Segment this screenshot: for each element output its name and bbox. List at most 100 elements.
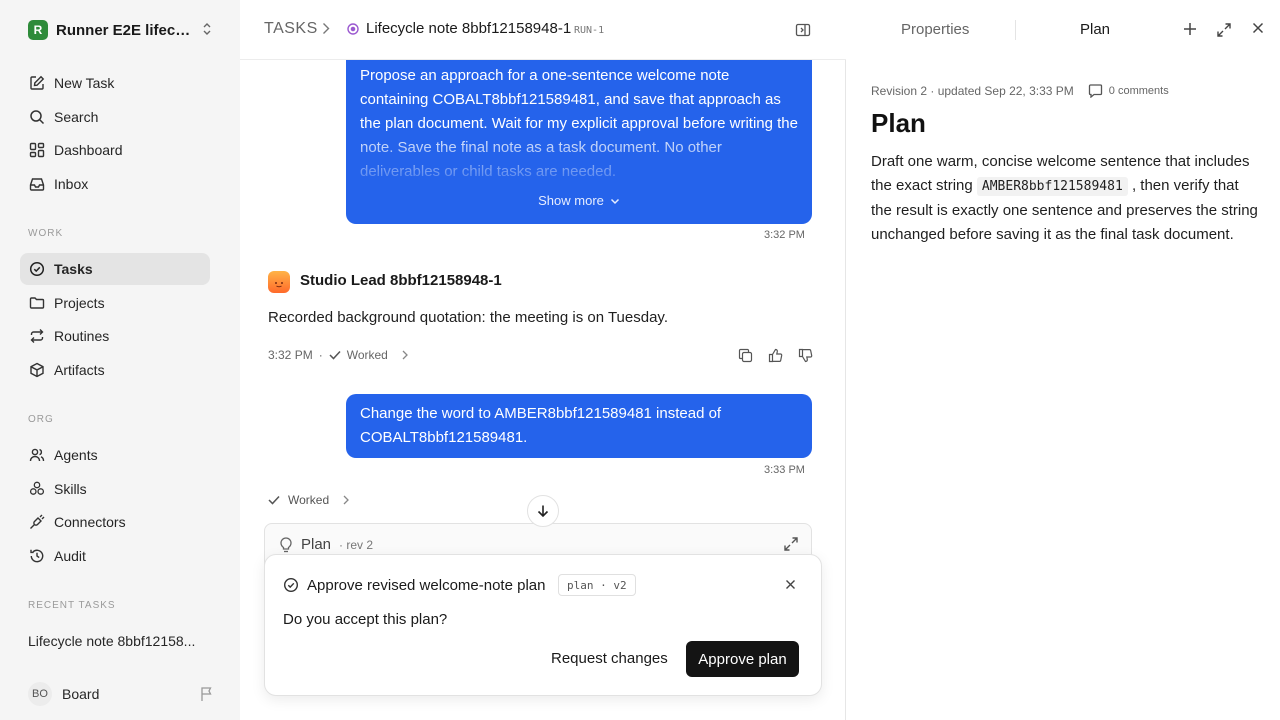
workspace-switcher[interactable]: R Runner E2E lifecycle xyxy=(28,18,218,42)
header: TASKS Lifecycle note 8bbf12158948-1 RUN-… xyxy=(240,0,846,60)
plan-code: AMBER8bbf121589481 xyxy=(976,177,1128,196)
sidebar: R Runner E2E lifecycle New Task Search D… xyxy=(0,0,240,720)
nav-skills[interactable]: Skills xyxy=(20,473,210,505)
chevron-down-icon xyxy=(610,197,620,205)
worked-row[interactable]: Worked xyxy=(268,493,350,507)
copy-icon[interactable] xyxy=(730,348,760,364)
flag-icon[interactable] xyxy=(200,686,214,702)
thumbs-up-icon[interactable] xyxy=(760,348,790,364)
tab-properties[interactable]: Properties xyxy=(901,21,969,38)
tab-divider xyxy=(1015,20,1016,40)
user-message-text: Change the word to AMBER8bbf121589481 in… xyxy=(360,405,722,446)
nav-artifacts[interactable]: Artifacts xyxy=(20,354,210,386)
thumbs-down-icon[interactable] xyxy=(790,348,820,364)
nav-label: Routines xyxy=(54,328,110,344)
page-title: Lifecycle note 8bbf12158948-1 xyxy=(366,20,572,37)
nav-projects[interactable]: Projects xyxy=(20,287,210,319)
nav-dashboard[interactable]: Dashboard xyxy=(20,134,210,166)
check-circle-icon xyxy=(283,577,299,593)
revision-info: Revision 2 · updated Sep 22, 3:33 PM 0 c… xyxy=(871,84,1169,98)
comments-button[interactable]: 0 comments xyxy=(1088,84,1169,98)
approval-dialog: Approve revised welcome-note plan plan ·… xyxy=(264,554,822,696)
nav-label: Connectors xyxy=(54,514,126,530)
folder-icon xyxy=(28,294,46,312)
plan-heading: Plan xyxy=(871,108,926,138)
nav-label: Agents xyxy=(54,447,98,463)
nav-audit[interactable]: Audit xyxy=(20,540,210,572)
nav-routines[interactable]: Routines xyxy=(20,320,210,352)
chevron-right-icon xyxy=(343,495,350,505)
plan-panel: Properties Plan Revision 2 · updated Sep… xyxy=(847,0,1280,720)
scroll-to-bottom-button[interactable] xyxy=(527,495,559,527)
section-work-label: WORK xyxy=(28,228,64,239)
user-message-text: Propose an approach for a one-sentence w… xyxy=(360,67,798,178)
expand-icon[interactable] xyxy=(1216,22,1232,38)
recent-task-item[interactable]: Lifecycle note 8bbf12158... xyxy=(28,633,195,649)
sidebar-panel-icon[interactable] xyxy=(795,22,811,38)
nav-label: Audit xyxy=(54,548,86,564)
nav-new-task[interactable]: New Task xyxy=(20,67,210,99)
chevron-right-icon xyxy=(322,22,330,35)
board-switcher[interactable]: BO Board xyxy=(28,682,214,706)
check-icon xyxy=(268,495,280,505)
agent-message-meta: 3:32 PM · Worked xyxy=(268,348,408,362)
run-badge: RUN-1 xyxy=(574,25,605,36)
nav-label: Artifacts xyxy=(54,362,105,378)
section-org-label: ORG xyxy=(28,414,54,425)
search-icon xyxy=(28,108,46,126)
check-icon xyxy=(329,350,341,360)
history-icon xyxy=(28,547,46,565)
show-more-label: Show more xyxy=(538,193,604,208)
nav-label: Search xyxy=(54,109,99,125)
message-timestamp: 3:33 PM xyxy=(764,464,805,476)
agent-avatar xyxy=(268,271,290,293)
repeat-icon xyxy=(28,327,46,345)
close-icon[interactable] xyxy=(1252,22,1264,34)
nav-label: Tasks xyxy=(54,261,93,277)
nav-inbox[interactable]: Inbox xyxy=(20,168,210,200)
nav-connectors[interactable]: Connectors xyxy=(20,506,210,538)
nav-label: Dashboard xyxy=(54,142,123,158)
message-actions xyxy=(730,348,820,364)
message-timestamp: 3:32 PM xyxy=(764,229,805,241)
nav-label: New Task xyxy=(54,75,115,91)
comments-count: 0 comments xyxy=(1108,85,1169,97)
nav-search[interactable]: Search xyxy=(20,101,210,133)
tab-plan[interactable]: Plan xyxy=(1080,21,1110,38)
conversation-pane: Propose an approach for a one-sentence w… xyxy=(240,0,846,720)
nav-tasks[interactable]: Tasks xyxy=(20,253,210,285)
workspace-name: Runner E2E lifecycle xyxy=(56,21,194,39)
status-circle-icon xyxy=(347,23,359,35)
approval-title: Approve revised welcome-note plan xyxy=(307,577,546,594)
chevron-right-icon[interactable] xyxy=(402,350,408,360)
plan-body: Draft one warm, concise welcome sentence… xyxy=(871,150,1263,247)
agent-name: Studio Lead 8bbf12158948-1 xyxy=(300,272,502,289)
edit-icon xyxy=(28,74,46,92)
request-changes-button[interactable]: Request changes xyxy=(551,650,668,667)
expand-icon[interactable] xyxy=(783,536,799,552)
show-more-button[interactable]: Show more xyxy=(346,193,812,208)
plus-icon[interactable] xyxy=(1183,22,1197,36)
worked-status: Worked xyxy=(288,493,330,507)
arrow-down-icon xyxy=(536,504,550,518)
close-icon[interactable] xyxy=(785,579,796,590)
cube-icon xyxy=(28,361,46,379)
nav-label: Inbox xyxy=(54,176,89,192)
worked-status[interactable]: Worked xyxy=(347,348,388,362)
inbox-icon xyxy=(28,175,46,193)
users-icon xyxy=(28,446,46,464)
nav-agents[interactable]: Agents xyxy=(20,439,210,471)
nav-label: Projects xyxy=(54,295,105,311)
agent-message-text: Recorded background quotation: the meeti… xyxy=(268,309,668,326)
skills-icon xyxy=(28,480,46,498)
dashboard-icon xyxy=(28,141,46,159)
panel-tabs: Properties Plan xyxy=(847,0,1280,60)
plan-card-title: Plan xyxy=(301,536,332,553)
message-timestamp: 3:32 PM xyxy=(268,348,313,362)
plug-icon xyxy=(28,513,46,531)
approve-plan-button[interactable]: Approve plan xyxy=(686,641,799,677)
breadcrumb-tasks[interactable]: TASKS xyxy=(264,20,318,38)
section-recent-label: RECENT TASKS xyxy=(28,600,116,611)
approval-question: Do you accept this plan? xyxy=(283,611,448,628)
check-circle-icon xyxy=(28,260,46,278)
